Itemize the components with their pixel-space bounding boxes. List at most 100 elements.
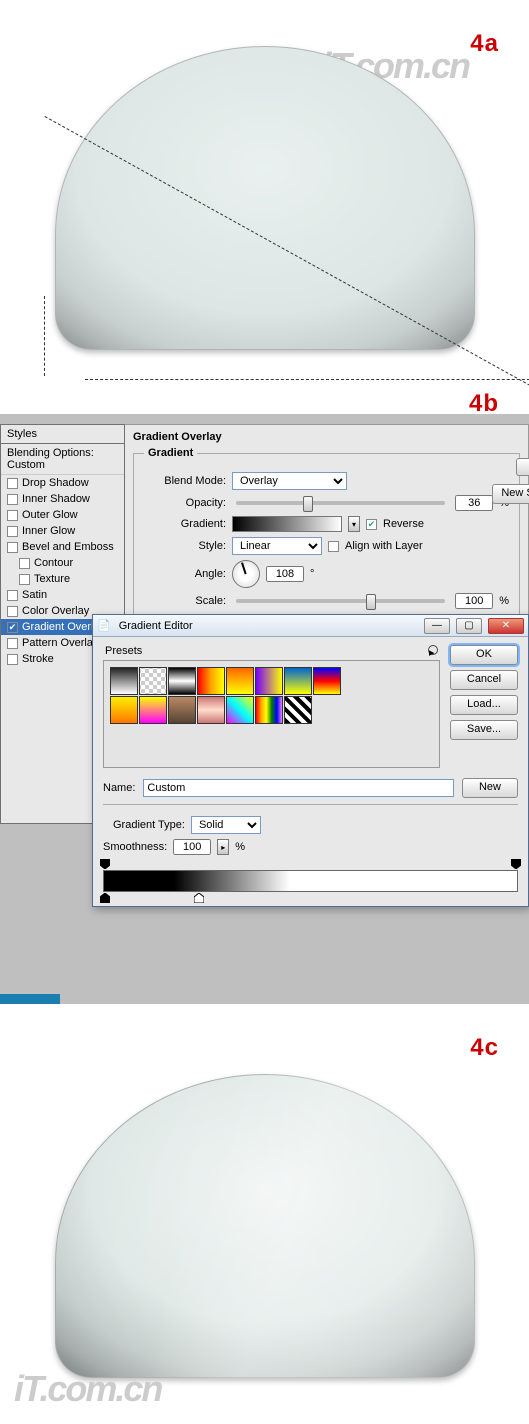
preset-swatch[interactable] — [313, 667, 341, 695]
preset-swatch[interactable] — [284, 696, 312, 724]
preset-swatch[interactable] — [110, 696, 138, 724]
reverse-label: Reverse — [383, 518, 424, 530]
style-label: Outer Glow — [22, 509, 78, 521]
style-label: Texture — [34, 573, 70, 585]
style-checkbox[interactable] — [7, 606, 18, 617]
new-button[interactable]: New — [462, 778, 518, 798]
angle-input[interactable] — [266, 566, 304, 582]
style-checkbox[interactable] — [7, 478, 18, 489]
mouse-illustration — [55, 26, 475, 356]
style-label: Drop Shadow — [22, 477, 89, 489]
style-checkbox[interactable] — [19, 558, 30, 569]
ok-button-clipped[interactable] — [516, 458, 529, 476]
smoothness-unit: % — [235, 841, 245, 853]
style-label: Stroke — [22, 653, 54, 665]
angle-dial[interactable] — [232, 560, 260, 588]
gradient-editor-dialog: 📄 Gradient Editor — ▢ ✕ Presets ▸ — [92, 614, 529, 907]
style-label: Bevel and Emboss — [22, 541, 114, 553]
gradient-type-select[interactable]: Solid — [191, 816, 261, 834]
figure-label-c: 4c — [470, 1034, 499, 1062]
scale-slider[interactable] — [236, 599, 445, 603]
presets-menu-icon[interactable]: ▸ — [428, 645, 438, 655]
ok-button[interactable]: OK — [450, 645, 518, 665]
align-label: Align with Layer — [345, 540, 423, 552]
preset-swatch[interactable] — [255, 667, 283, 695]
save-button[interactable]: Save... — [450, 720, 518, 740]
cancel-button[interactable]: Cancel — [450, 670, 518, 690]
gradient-legend: Gradient — [144, 447, 197, 459]
opacity-input[interactable] — [455, 495, 493, 511]
blend-mode-label: Blend Mode: — [144, 475, 226, 487]
style-item-inner-glow[interactable]: Inner Glow — [1, 523, 124, 539]
style-label: Inner Shadow — [22, 493, 90, 505]
style-checkbox[interactable] — [7, 654, 18, 665]
style-item-drop-shadow[interactable]: Drop Shadow — [1, 475, 124, 491]
presets-grid — [103, 660, 440, 768]
preset-swatch[interactable] — [226, 696, 254, 724]
color-stop[interactable] — [100, 893, 110, 903]
smoothness-stepper-icon[interactable]: ▸ — [217, 839, 229, 855]
figure-label-b: 4b — [469, 390, 499, 418]
opacity-stop[interactable] — [511, 859, 521, 869]
blend-mode-select[interactable]: Overlay — [232, 472, 347, 490]
scale-unit: % — [499, 595, 509, 607]
preset-swatch[interactable] — [284, 667, 312, 695]
name-input[interactable] — [143, 779, 454, 797]
opacity-label: Opacity: — [144, 497, 226, 509]
gradient-type-label: Gradient Type: — [113, 819, 185, 831]
style-checkbox[interactable] — [7, 542, 18, 553]
style-label: Inner Glow — [22, 525, 75, 537]
preset-swatch[interactable] — [168, 667, 196, 695]
reverse-checkbox[interactable]: ✔ — [366, 519, 377, 530]
style-checkbox[interactable] — [7, 510, 18, 521]
smoothness-input[interactable] — [173, 839, 211, 855]
minimize-button[interactable]: — — [424, 618, 450, 634]
gradient-ramp[interactable] — [103, 870, 518, 892]
style-checkbox[interactable] — [7, 494, 18, 505]
style-item-satin[interactable]: Satin — [1, 587, 124, 603]
scale-input[interactable] — [455, 593, 493, 609]
style-label: Style: — [144, 540, 226, 552]
figure-label-a: 4a — [470, 30, 499, 58]
preset-swatch[interactable] — [168, 696, 196, 724]
preset-swatch[interactable] — [110, 667, 138, 695]
smoothness-label: Smoothness: — [103, 841, 167, 853]
style-item-contour[interactable]: Contour — [1, 555, 124, 571]
gradient-group: Gradient Blend Mode: Overlay Opacity: % … — [133, 447, 520, 623]
maximize-button[interactable]: ▢ — [456, 618, 482, 634]
style-checkbox[interactable] — [7, 526, 18, 537]
new-style-button[interactable]: New Style... — [492, 484, 529, 504]
gradient-label: Gradient: — [144, 518, 226, 530]
style-item-inner-shadow[interactable]: Inner Shadow — [1, 491, 124, 507]
preset-swatch[interactable] — [139, 667, 167, 695]
color-stop[interactable] — [194, 893, 204, 903]
style-item-outer-glow[interactable]: Outer Glow — [1, 507, 124, 523]
preset-swatch[interactable] — [197, 667, 225, 695]
preset-swatch[interactable] — [139, 696, 167, 724]
gradient-dropdown-icon[interactable]: ▾ — [348, 516, 360, 532]
align-checkbox[interactable] — [328, 541, 339, 552]
load-button[interactable]: Load... — [450, 695, 518, 715]
opacity-slider[interactable] — [236, 501, 445, 505]
watermark: iT.com.cn — [14, 1368, 161, 1410]
preset-swatch[interactable] — [255, 696, 283, 724]
opacity-stop[interactable] — [100, 859, 110, 869]
style-checkbox[interactable] — [19, 574, 30, 585]
style-checkbox[interactable] — [7, 638, 18, 649]
style-item-texture[interactable]: Texture — [1, 571, 124, 587]
blending-options-header[interactable]: Blending Options: Custom — [1, 444, 124, 475]
style-item-bevel-and-emboss[interactable]: Bevel and Emboss — [1, 539, 124, 555]
close-button[interactable]: ✕ — [488, 618, 524, 634]
style-checkbox[interactable]: ✔ — [7, 622, 18, 633]
gradient-preview[interactable] — [232, 516, 342, 532]
app-icon: 📄 — [97, 619, 111, 632]
style-label: Satin — [22, 589, 47, 601]
preset-swatch[interactable] — [197, 696, 225, 724]
styles-header: Styles — [1, 425, 124, 444]
style-select[interactable]: Linear — [232, 537, 322, 555]
angle-unit: ° — [310, 568, 314, 580]
gradient-overlay-title: Gradient Overlay — [133, 431, 520, 443]
dialog-titlebar[interactable]: 📄 Gradient Editor — ▢ ✕ — [93, 615, 528, 637]
style-checkbox[interactable] — [7, 590, 18, 601]
preset-swatch[interactable] — [226, 667, 254, 695]
